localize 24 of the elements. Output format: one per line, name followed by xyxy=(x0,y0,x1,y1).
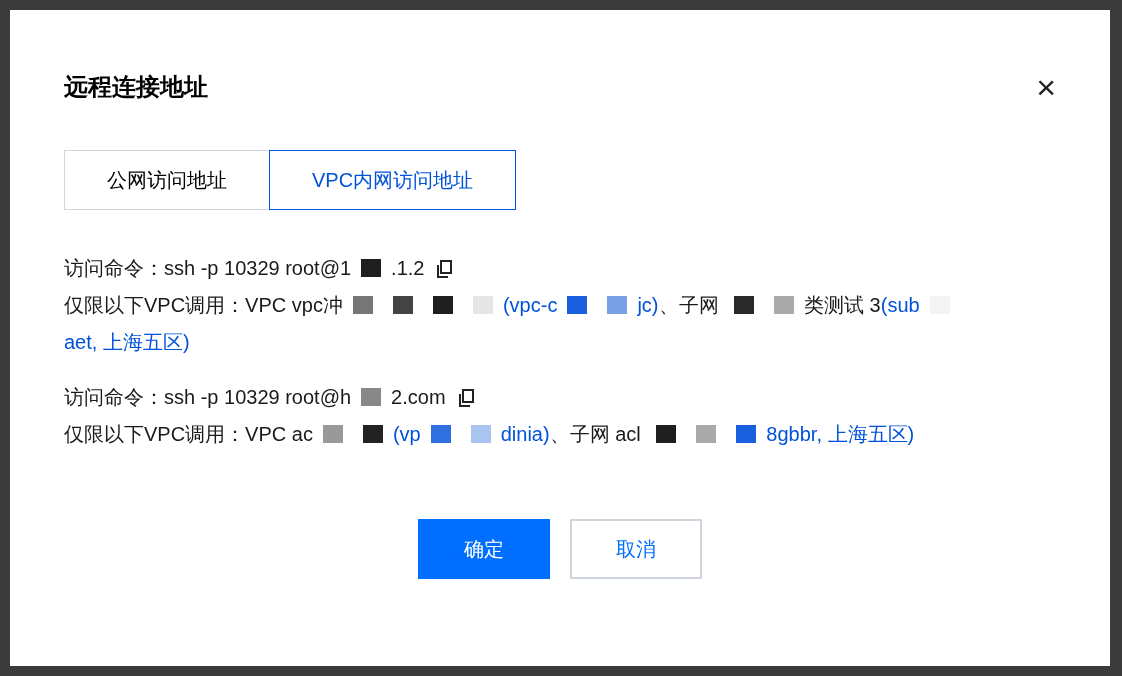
link[interactable]: (vpc-c xyxy=(502,294,558,316)
link[interactable]: aet, 上海五区) xyxy=(64,331,190,353)
link[interactable]: jc) xyxy=(637,294,659,316)
copy-icon[interactable] xyxy=(457,389,474,407)
scope-text: 仅限以下VPC调用：VPC ac xyxy=(64,423,313,445)
link[interactable]: dinia) xyxy=(500,423,550,445)
tab[interactable]: 公网访问地址 xyxy=(64,150,270,210)
link[interactable]: (vp xyxy=(392,423,421,445)
scope-text: 仅限以下VPC调用：VPC vpc冲 xyxy=(64,294,343,316)
scope-text: 类测试 3 xyxy=(804,294,881,316)
command-text: 访问命令：ssh -p 10329 root@1 xyxy=(64,257,352,279)
scope-text: 、子网 acl xyxy=(549,423,642,445)
dialog-title: 远程连接地址 xyxy=(64,72,208,102)
command-text: 2.com xyxy=(391,386,446,408)
tab[interactable]: VPC内网访问地址 xyxy=(269,150,517,210)
link[interactable]: (sub xyxy=(880,294,920,316)
confirm-button[interactable]: 确定 xyxy=(418,519,550,579)
close-button[interactable]: × xyxy=(1036,70,1056,104)
scope-text: 、子网 xyxy=(658,294,720,316)
link[interactable]: 8gbbr, 上海五区) xyxy=(766,423,915,445)
copy-icon[interactable] xyxy=(436,260,453,278)
command-text: .1.2 xyxy=(391,257,425,279)
cancel-button[interactable]: 取消 xyxy=(570,519,702,579)
command-text: 访问命令：ssh -p 10329 root@h xyxy=(64,386,352,408)
